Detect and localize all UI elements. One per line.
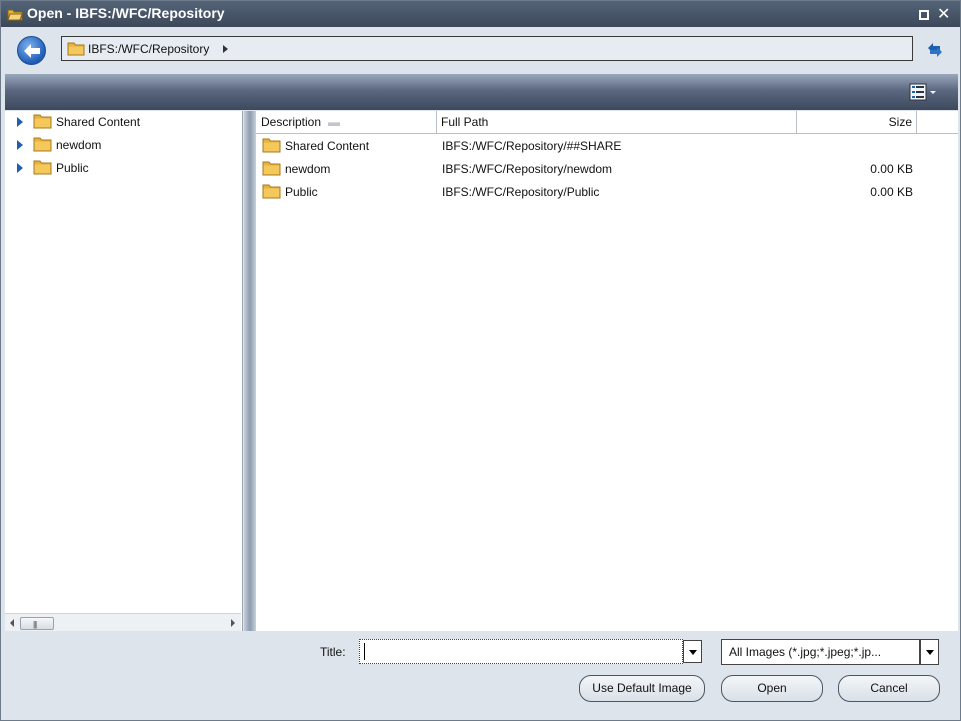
column-header-row: Description ▬ Full Path Size [256,111,958,134]
back-button[interactable] [17,36,46,65]
breadcrumb-chevron-icon[interactable] [223,45,228,53]
folder-icon [262,138,281,153]
row-size: 0.00 KB [870,162,913,176]
tree-item-label: newdom [56,138,102,152]
scroll-right-icon[interactable] [231,619,235,627]
sort-indicator-icon: ▬ [328,115,340,129]
use-default-image-button[interactable]: Use Default Image [579,675,705,702]
expand-arrow-icon[interactable] [17,140,23,150]
row-description: Public [285,185,318,199]
column-label: Full Path [441,115,489,129]
folder-icon [33,160,52,175]
row-description: Shared Content [285,139,370,153]
folder-icon [262,184,281,199]
title-combobox[interactable] [359,639,683,664]
grip-icon: ||| [33,620,37,629]
file-type-dropdown-button[interactable] [920,639,939,665]
open-dialog: Open - IBFS:/WFC/Repository ✕ IBFS:/WFC/… [0,0,961,721]
column-label: Description [261,115,322,129]
title-label: Title: [320,645,346,659]
tree-item-shared-content[interactable]: Shared Content [5,111,241,133]
table-row[interactable]: Shared Content IBFS:/WFC/Repository/##SH… [256,134,958,157]
row-size: 0.00 KB [870,185,913,199]
maximize-icon[interactable] [919,10,929,20]
table-row[interactable]: Public IBFS:/WFC/Repository/Public 0.00 … [256,180,958,203]
row-full-path: IBFS:/WFC/Repository/##SHARE [442,139,622,153]
folder-icon [33,137,52,152]
folder-icon [67,42,85,56]
open-button[interactable]: Open [721,675,823,702]
scroll-left-icon[interactable] [10,619,14,627]
open-folder-icon [7,9,23,21]
row-full-path: IBFS:/WFC/Repository/newdom [442,162,613,176]
column-size[interactable]: Size [797,111,917,134]
horizontal-scrollbar[interactable]: ||| [5,613,241,631]
scroll-thumb[interactable]: ||| [20,617,54,630]
table-row[interactable]: newdom IBFS:/WFC/Repository/newdom 0.00 … [256,157,958,180]
path-breadcrumb[interactable]: IBFS:/WFC/Repository [61,36,913,61]
expand-arrow-icon[interactable] [17,163,23,173]
tree-item-label: Shared Content [56,115,141,129]
tree-item-label: Public [56,161,89,175]
tree-item-public[interactable]: Public [5,157,241,179]
row-full-path: IBFS:/WFC/Repository/Public [442,185,600,199]
folder-icon [262,161,281,176]
chevron-down-icon [926,650,934,655]
file-type-filter-value: All Images (*.jpg;*.jpeg;*.jp... [729,645,882,659]
title-bar[interactable]: Open - IBFS:/WFC/Repository ✕ [1,1,960,27]
title-input[interactable] [364,643,676,660]
file-list: Description ▬ Full Path Size Shared Cont… [256,111,958,631]
chevron-down-icon [689,650,697,655]
column-description[interactable]: Description ▬ [256,111,437,134]
tree-item-newdom[interactable]: newdom [5,134,241,156]
expand-arrow-icon[interactable] [17,117,23,127]
close-icon[interactable]: ✕ [937,4,950,24]
file-type-filter[interactable]: All Images (*.jpg;*.jpeg;*.jp... [721,639,920,665]
back-arrow-icon [24,44,40,58]
window-title: Open - IBFS:/WFC/Repository [27,5,225,21]
row-description: newdom [285,162,331,176]
refresh-icon[interactable] [924,39,946,61]
column-label: Size [888,115,912,129]
folder-icon [33,114,52,129]
details-view-icon[interactable] [909,83,939,101]
title-dropdown-button[interactable] [683,640,702,663]
folder-tree: Shared Content newdom Public ||| [5,111,243,631]
address-bar: IBFS:/WFC/Repository [1,27,960,73]
pane-splitter[interactable] [244,111,256,631]
cancel-button[interactable]: Cancel [838,675,940,702]
path-text: IBFS:/WFC/Repository [88,42,210,56]
dialog-footer: Title: All Images (*.jpg;*.jpeg;*.jp... … [1,631,960,720]
column-full-path[interactable]: Full Path [437,111,797,134]
toolbar [5,74,958,110]
